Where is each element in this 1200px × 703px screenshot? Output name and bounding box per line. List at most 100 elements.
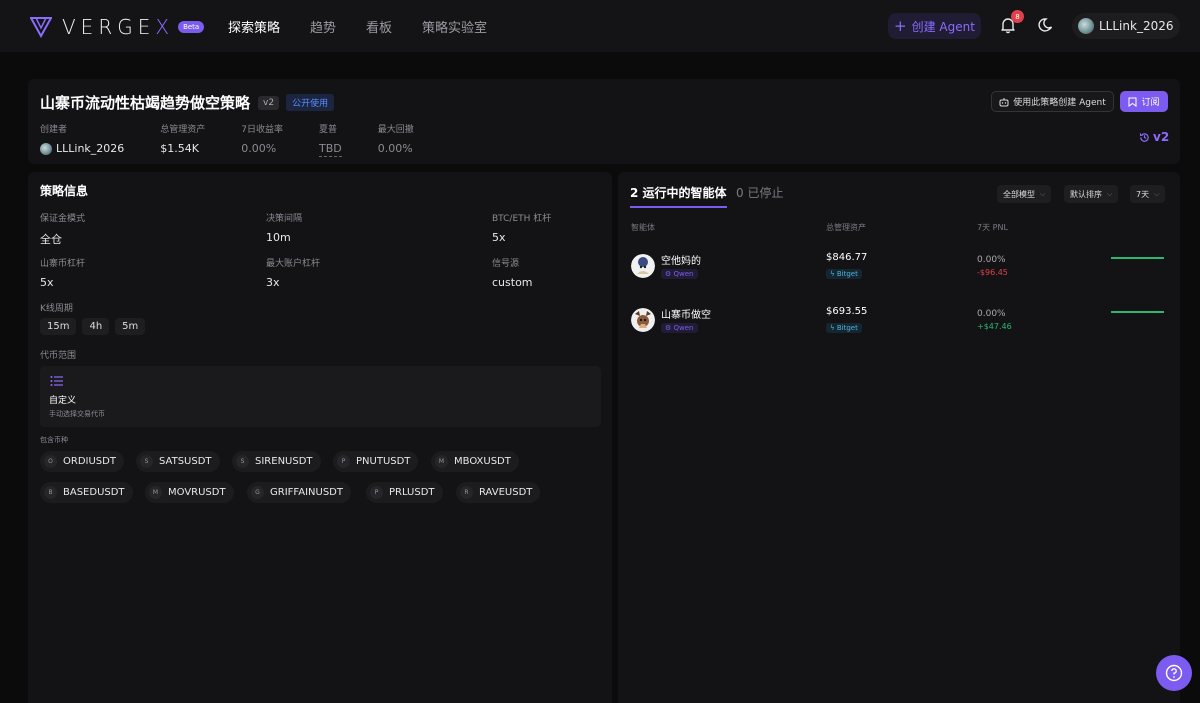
sort-filter[interactable]: 默认排序 ⌵ <box>1064 185 1119 203</box>
strategy-stats: 创建者 LLLink_2026 总管理资产 $1.54K 7日收益率 0.00%… <box>40 122 450 157</box>
user-menu[interactable]: LLLink_2026 <box>1072 13 1180 39</box>
robot-icon <box>999 97 1009 106</box>
version-tag: v2 <box>258 95 280 110</box>
column-header-aum: 总管理资产 <box>826 223 866 232</box>
coin-chip: S SATSUSDT <box>136 451 220 472</box>
exchange-badge: ϟ Bitget <box>826 269 862 279</box>
coin-name: BASEDUSDT <box>63 487 125 498</box>
stat-7d-return: 7日收益率 0.00% <box>241 122 283 157</box>
table-row[interactable]: 空他妈的 ⚙ Qwen $846.77 ϟ Bitget 0.00% -$96.… <box>618 244 1180 294</box>
pnl-sparkline <box>1111 311 1164 313</box>
nav-dashboard[interactable]: 看板 <box>366 17 392 36</box>
kline-list: 15m 4h 5m <box>40 318 151 335</box>
stat-value[interactable]: LLLink_2026 <box>40 142 124 155</box>
vergex-logo-icon <box>30 17 52 38</box>
field-value: 5x <box>492 231 506 244</box>
section-title: 策略信息 <box>40 184 89 198</box>
custom-subtitle: 手动选择交易代币 <box>49 410 105 418</box>
agents-panel: 2 运行中的智能体 0 已停止 全部模型 ⌵ 默认排序 ⌵ 7天 ⌵ 智能体 总管理资… <box>618 172 1180 703</box>
coin-chip: M MBOXUSDT <box>431 451 519 472</box>
coin-name: PRLUSDT <box>389 487 435 498</box>
agent-name: 空他妈的 <box>661 256 701 267</box>
coin-name: ORDIUSDT <box>63 456 116 467</box>
help-button[interactable] <box>1156 655 1192 691</box>
coin-chip: O ORDIUSDT <box>40 451 124 472</box>
field-label: 保证金模式 <box>40 214 86 224</box>
model-filter[interactable]: 全部模型 ⌵ <box>997 185 1052 203</box>
coin-name: SATSUSDT <box>159 456 212 467</box>
pnl-amount: +$47.46 <box>977 322 1012 331</box>
main-menu: 探索策略 趋势 看板 策略实验室 <box>228 0 517 52</box>
chevron-down-icon: ⌵ <box>1040 189 1046 198</box>
bookmark-icon <box>1128 97 1137 107</box>
stat-label: 7日收益率 <box>241 125 284 135</box>
avatar <box>40 142 52 155</box>
create-agent-button[interactable]: + 创建 Agent <box>888 13 981 39</box>
stat-label: 创建者 <box>40 125 68 135</box>
create-agent-label: 创建 Agent <box>911 19 975 34</box>
coin-chip: P PNUTUSDT <box>333 451 419 472</box>
field-value: 10m <box>266 231 291 244</box>
nav-explore-strategies[interactable]: 探索策略 <box>228 17 280 36</box>
coins-label: 包含币种 <box>40 436 68 444</box>
field-label: 信号源 <box>492 259 520 269</box>
field-value: custom <box>492 276 533 289</box>
subscribe-label: 订阅 <box>1141 98 1160 108</box>
field-label: BTC/ETH 杠杆 <box>492 214 552 224</box>
stat-value: 0.00% <box>377 142 413 155</box>
strategy-header: 山寨币流动性枯竭趋势做空策略 v2 公开使用 创建者 LLLink_2026 总… <box>28 79 1180 164</box>
kline-chip: 15m <box>40 318 77 335</box>
create-agent-from-strategy-button[interactable]: 使用此策略创建 Agent <box>991 91 1114 112</box>
model-icon: ⚙ <box>665 270 674 278</box>
field-value: 3x <box>266 276 280 289</box>
coin-name: RAVEUSDT <box>479 487 533 498</box>
page-title: 山寨币流动性枯竭趋势做空策略 <box>40 94 251 112</box>
subscribe-button[interactable]: 订阅 <box>1120 91 1168 112</box>
help-icon <box>1165 664 1183 682</box>
pnl-amount: -$96.45 <box>977 268 1008 277</box>
strategy-info-panel: 策略信息 保证金模式 全仓 决策间隔 10m BTC/ETH 杠杆 5x 山寨币… <box>28 172 612 703</box>
moon-icon[interactable] <box>1038 17 1054 33</box>
tab-running-agents[interactable]: 2 运行中的智能体 <box>630 184 727 208</box>
field-btc-eth-leverage: BTC/ETH 杠杆 5x <box>492 211 551 244</box>
coin-chip: G GRIFFAINUSDT <box>247 482 351 503</box>
coin-icon: S <box>236 455 249 468</box>
version-history-button[interactable]: v2 <box>1139 130 1169 144</box>
period-filter-label: 7天 <box>1136 189 1150 199</box>
kline-chip: 5m <box>115 318 146 335</box>
field-label: 决策间隔 <box>266 214 303 224</box>
period-filter[interactable]: 7天 ⌵ <box>1130 185 1166 203</box>
nav-strategy-lab[interactable]: 策略实验室 <box>422 17 487 36</box>
coin-name: MOVRUSDT <box>168 487 226 498</box>
field-altcoin-leverage: 山寨币杠杆 5x <box>40 256 85 289</box>
field-label: 最大账户杠杆 <box>266 259 321 269</box>
nav-trends[interactable]: 趋势 <box>310 17 336 36</box>
version-history-label: v2 <box>1153 130 1170 144</box>
coin-name: MBOXUSDT <box>454 456 511 467</box>
stat-aum: 总管理资产 $1.54K <box>160 122 205 157</box>
coin-name: GRIFFAINUSDT <box>270 487 343 498</box>
pnl-percent: 0.00% <box>977 255 1006 265</box>
stat-value: $1.54K <box>160 142 199 155</box>
stat-sharpe: 夏普 TBD <box>319 122 342 157</box>
coin-icon: S <box>140 455 153 468</box>
stat-label: 总管理资产 <box>160 125 206 135</box>
kline-label: K线周期 <box>40 304 73 314</box>
coin-range-custom: 自定义 手动选择交易代币 <box>40 366 601 427</box>
field-decision-interval: 决策间隔 10m <box>266 211 302 244</box>
chevron-down-icon: ⌵ <box>1154 189 1160 198</box>
logo[interactable]: VERGEX Beta <box>30 15 205 39</box>
field-signal-source: 信号源 custom <box>492 256 533 289</box>
stat-label: 夏普 <box>319 125 338 135</box>
coin-icon: P <box>370 486 383 499</box>
coin-icon: O <box>44 455 57 468</box>
coin-icon: B <box>44 486 57 499</box>
avatar <box>1078 18 1094 34</box>
table-row[interactable]: 山寨币做空 ⚙ Qwen $693.55 ϟ Bitget 0.00% +$47… <box>618 298 1180 348</box>
stat-value: TBD <box>319 142 342 157</box>
coin-icon: P <box>337 455 350 468</box>
pnl-percent: 0.00% <box>977 309 1006 319</box>
chevron-down-icon: ⌵ <box>1107 189 1113 198</box>
tab-stopped-agents[interactable]: 0 已停止 <box>736 184 783 201</box>
top-nav: VERGEX Beta 探索策略 趋势 看板 策略实验室 + 创建 Agent … <box>0 0 1200 52</box>
